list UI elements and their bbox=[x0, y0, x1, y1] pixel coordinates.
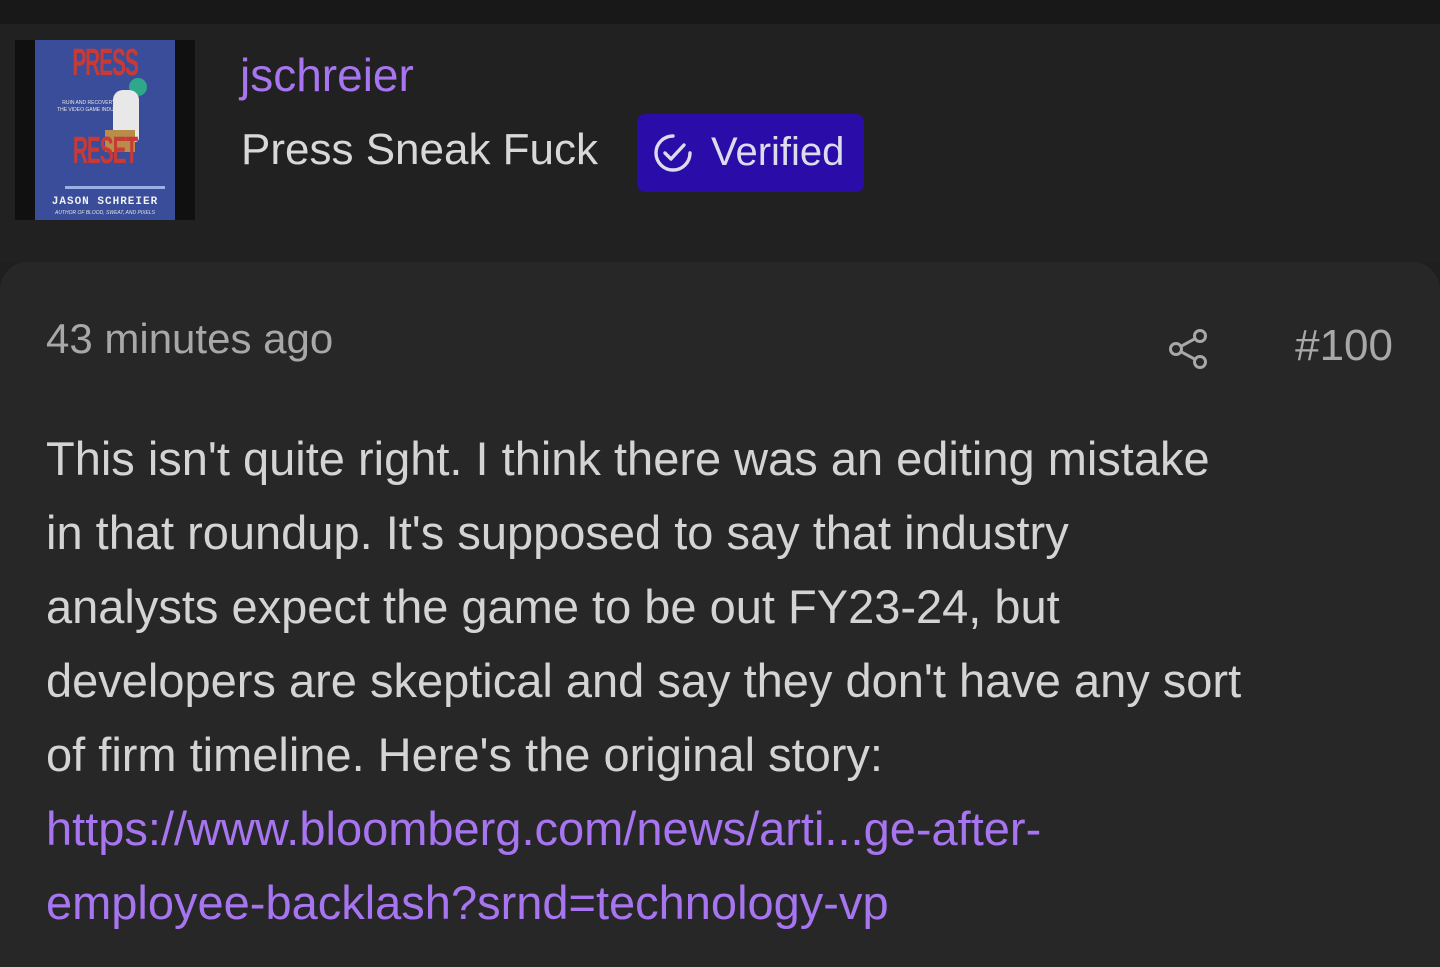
book-tagline: AUTHOR OF BLOOD, SWEAT, AND PIXELS bbox=[54, 210, 156, 216]
post-card: 43 minutes ago #100 This isn't quite rig… bbox=[0, 262, 1440, 967]
post-body-line: analysts expect the game to be out FY23-… bbox=[46, 580, 1060, 633]
book-title-bottom: RESET bbox=[72, 130, 138, 172]
bloomberg-link[interactable]: https://www.bloomberg.com/news/arti...ge… bbox=[46, 792, 1406, 866]
share-icon[interactable] bbox=[1166, 327, 1210, 371]
post-body: This isn't quite right. I think there wa… bbox=[46, 422, 1406, 940]
book-title-top: PRESS bbox=[72, 42, 138, 84]
post-number[interactable]: #100 bbox=[1295, 324, 1393, 368]
book-cover-image: PRESS RUIN AND RECOVERY IN THE VIDEO GAM… bbox=[35, 40, 175, 220]
arrow-illustration bbox=[65, 186, 165, 189]
verified-label: Verified bbox=[711, 130, 845, 174]
bloomberg-link[interactable]: employee-backlash?srnd=technology-vp bbox=[46, 866, 1406, 940]
post-body-line: developers are skeptical and say they do… bbox=[46, 654, 1242, 707]
post-body-line: of firm timeline. Here's the original st… bbox=[46, 728, 883, 781]
verified-badge: Verified bbox=[637, 114, 864, 192]
username-link[interactable]: jschreier bbox=[240, 52, 414, 98]
book-author: JASON SCHREIER bbox=[51, 196, 159, 208]
post-timestamp[interactable]: 43 minutes ago bbox=[46, 318, 333, 360]
user-tagline: Press Sneak Fuck bbox=[241, 125, 599, 174]
check-circle-icon bbox=[654, 134, 692, 172]
top-bar bbox=[0, 0, 1440, 24]
post-body-line: in that roundup. It's supposed to say th… bbox=[46, 506, 1069, 559]
avatar[interactable]: PRESS RUIN AND RECOVERY IN THE VIDEO GAM… bbox=[15, 40, 195, 220]
post-body-line: This isn't quite right. I think there wa… bbox=[46, 432, 1210, 485]
